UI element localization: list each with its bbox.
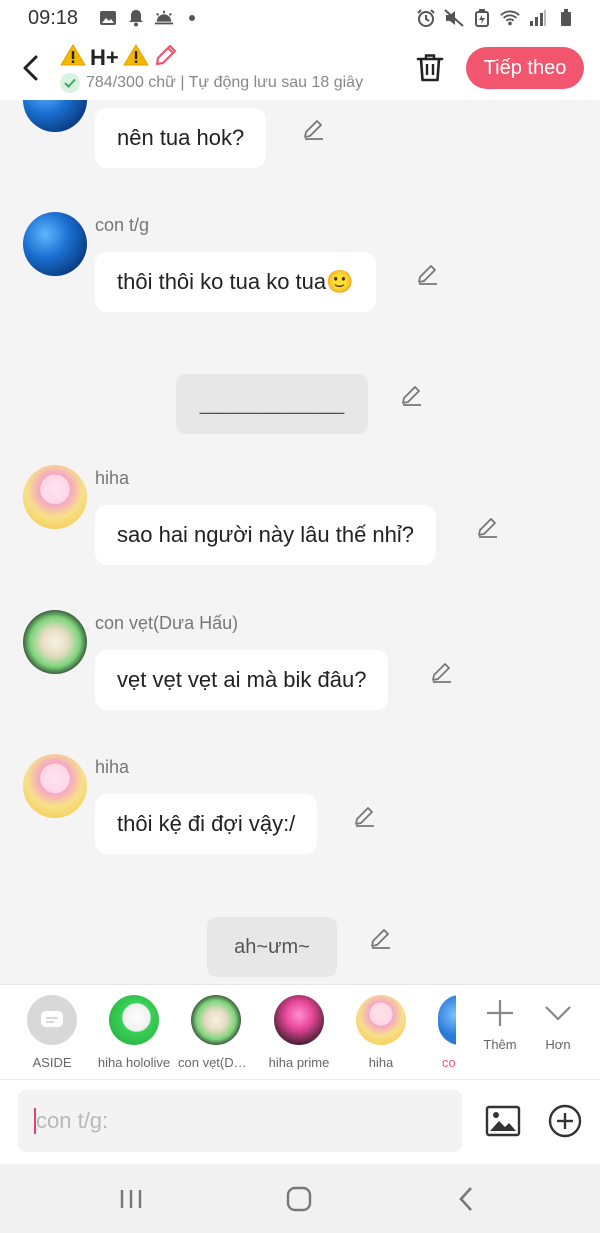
check-icon <box>60 73 80 93</box>
message-bubble[interactable]: thôi thôi ko tua ko tua🙂 <box>95 252 376 312</box>
chat-list[interactable]: nên tua hok? con t/g thôi thôi ko tua ko… <box>0 100 600 984</box>
sender-name: hiha <box>95 757 130 777</box>
avatar-con-tg[interactable] <box>23 100 87 132</box>
chevron-down-icon <box>545 1006 571 1021</box>
trash-icon <box>416 54 444 82</box>
character-hiha[interactable]: hiha <box>341 995 421 1070</box>
gallery-notification-icon <box>98 9 118 27</box>
message-input-box[interactable] <box>18 1090 462 1152</box>
character-name: hiha <box>368 1055 394 1070</box>
signal-icon <box>528 9 548 27</box>
edit-title-icon[interactable] <box>153 43 179 74</box>
warning-icon <box>60 43 86 73</box>
home-button[interactable] <box>279 1182 319 1216</box>
sender-name: con t/g <box>95 215 150 235</box>
story-title[interactable]: H+ <box>60 43 400 73</box>
message-bubble[interactable]: vẹt vẹt vẹt ai mà bik đâu? <box>95 650 389 710</box>
home-icon <box>286 1186 312 1212</box>
avatar-hiha[interactable] <box>23 465 87 529</box>
back-arrow-icon <box>459 1187 472 1211</box>
back-button[interactable] <box>0 36 60 100</box>
title-text: H+ <box>90 45 119 70</box>
more-button[interactable]: Hơn <box>528 997 588 1052</box>
message-bubble[interactable]: nên tua hok? <box>95 108 267 168</box>
character-avatar <box>356 995 406 1045</box>
character-name: con t/g <box>442 1055 456 1070</box>
dot-icon <box>182 9 202 27</box>
system-navbar <box>0 1164 600 1233</box>
sender-name: hiha <box>95 468 130 488</box>
character-name: con vẹt(Dưa Hấu) <box>178 1055 254 1070</box>
image-icon <box>485 1105 521 1137</box>
message-input[interactable] <box>36 1108 416 1134</box>
chat-bubble-icon <box>41 1011 63 1027</box>
character-con-tg[interactable]: con t/g <box>416 995 456 1070</box>
status-bar: 09:18 <box>0 0 600 36</box>
character-name: ASIDE <box>32 1055 72 1070</box>
character-hiha-hololive[interactable]: hiha hololive <box>94 995 174 1070</box>
alarm-icon <box>416 9 436 27</box>
back-nav-button[interactable] <box>446 1182 486 1216</box>
character-avatar <box>191 995 241 1045</box>
save-status: 784/300 chữ | Tự động lưu sau 18 giây <box>60 73 400 93</box>
avatar-con-tg[interactable] <box>23 212 87 276</box>
wifi-icon <box>500 9 520 27</box>
edit-pencil-icon[interactable] <box>416 262 440 286</box>
avatar-hiha[interactable] <box>23 754 87 818</box>
add-label: Thêm <box>483 1037 517 1052</box>
more-label: Hơn <box>545 1037 571 1052</box>
warning-icon <box>122 43 149 73</box>
app-header: H+ 784/300 chữ | Tự động lưu sau 18 giây… <box>0 36 600 100</box>
bell-notification-icon <box>126 9 146 27</box>
plus-circle-icon <box>548 1104 582 1138</box>
character-avatar <box>438 995 456 1045</box>
add-character-button[interactable]: Thêm <box>470 997 530 1052</box>
add-content-button[interactable] <box>546 1102 584 1140</box>
edit-pencil-icon[interactable] <box>430 660 454 684</box>
insert-image-button[interactable] <box>484 1102 522 1140</box>
plus-icon <box>487 1000 513 1026</box>
edit-pencil-icon[interactable] <box>476 515 500 539</box>
weather-icon <box>154 9 174 27</box>
recents-button[interactable] <box>111 1182 151 1216</box>
avatar-con-vet[interactable] <box>23 610 87 674</box>
next-button[interactable]: Tiếp theo <box>466 47 584 89</box>
edit-pencil-icon[interactable] <box>353 804 377 828</box>
character-con-vet[interactable]: con vẹt(Dưa Hấu) <box>176 995 256 1070</box>
character-aside[interactable]: ASIDE <box>12 995 92 1070</box>
edit-pencil-icon[interactable] <box>400 383 424 407</box>
narration-bubble[interactable]: ah~ưm~ <box>207 917 337 977</box>
edit-pencil-icon[interactable] <box>302 117 326 141</box>
edit-pencil-icon[interactable] <box>369 926 393 950</box>
delete-button[interactable] <box>410 48 450 88</box>
character-name: hiha hololive <box>97 1055 171 1070</box>
character-hiha-prime[interactable]: hiha prime <box>259 995 339 1070</box>
save-status-text: 784/300 chữ | Tự động lưu sau 18 giây <box>86 74 364 91</box>
aside-avatar <box>27 995 77 1045</box>
message-bubble[interactable]: thôi kệ đi đợi vậy:/ <box>95 794 318 854</box>
composer <box>0 1080 600 1164</box>
character-name: hiha prime <box>268 1055 330 1070</box>
sender-name: con vẹt(Dưa Hấu) <box>95 613 239 633</box>
recents-icon <box>120 1190 142 1208</box>
battery-saver-icon <box>472 9 492 27</box>
status-time: 09:18 <box>28 6 79 29</box>
narration-bubble[interactable]: _____________ <box>176 374 368 434</box>
character-avatar <box>109 995 159 1045</box>
battery-icon <box>556 9 576 27</box>
character-selector: ASIDE hiha hololive con vẹt(Dưa Hấu) hih… <box>0 984 600 1080</box>
chevron-left-icon <box>23 55 38 81</box>
message-bubble[interactable]: sao hai người này lâu thế nhỉ? <box>95 505 437 565</box>
character-avatar <box>274 995 324 1045</box>
title-area: H+ 784/300 chữ | Tự động lưu sau 18 giây <box>60 43 400 93</box>
mute-icon <box>444 9 464 27</box>
